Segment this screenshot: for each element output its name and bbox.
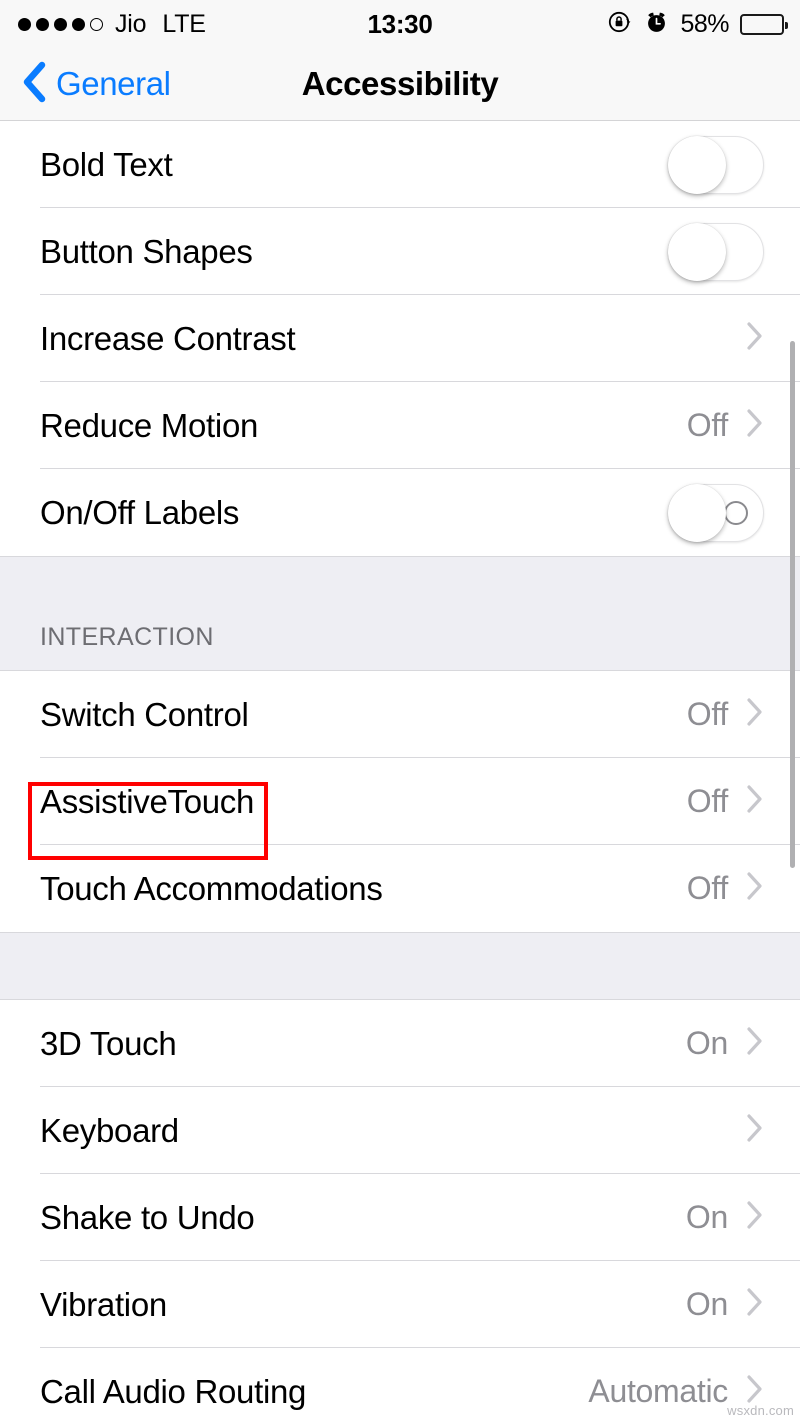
settings-row-label: Vibration — [40, 1285, 167, 1323]
settings-row-label: 3D Touch — [40, 1024, 177, 1062]
settings-row-value: Off — [686, 870, 729, 906]
signal-strength-dots — [18, 17, 103, 31]
status-bar-left: Jio LTE — [18, 10, 206, 39]
row-accessory: Off — [687, 783, 764, 820]
chevron-right-icon — [746, 1200, 764, 1235]
settings-row-call-audio-routing[interactable]: Call Audio Routing Automatic — [0, 1348, 800, 1422]
settings-row-value: Off — [686, 783, 729, 819]
settings-row-value: On — [685, 1025, 728, 1061]
back-button-general[interactable]: General — [0, 61, 171, 108]
settings-row-label: Switch Control — [40, 695, 249, 733]
row-accessory: Off — [687, 870, 764, 907]
status-bar: Jio LTE 13:30 58% — [0, 0, 800, 48]
signal-dot-filled — [18, 17, 31, 31]
settings-row-value: Automatic — [588, 1373, 728, 1409]
settings-row-value: On — [685, 1199, 728, 1235]
settings-row-on-off-labels[interactable]: On/Off Labels — [0, 469, 800, 556]
signal-dot-filled — [72, 17, 85, 31]
settings-row-touch-accommodations[interactable]: Touch Accommodations Off — [0, 845, 800, 932]
settings-row-increase-contrast[interactable]: Increase Contrast — [0, 295, 800, 382]
settings-row-label: Button Shapes — [40, 232, 253, 270]
toggle-knob — [668, 135, 726, 194]
alarm-clock-icon — [644, 9, 669, 40]
chevron-right-icon — [746, 1113, 764, 1148]
settings-row-3d-touch[interactable]: 3D Touch On — [0, 1000, 800, 1087]
signal-dot-filled — [36, 17, 49, 31]
chevron-left-icon — [22, 61, 47, 108]
iphone-screen: Jio LTE 13:30 58% General Accessibility … — [0, 0, 800, 1422]
bold-text-toggle[interactable] — [668, 135, 764, 194]
toggle-knob — [668, 222, 726, 281]
row-accessory: On — [686, 1199, 764, 1236]
navigation-bar: General Accessibility — [0, 48, 800, 121]
section-gap-spacer — [0, 932, 800, 1000]
settings-row-switch-control[interactable]: Switch Control Off — [0, 671, 800, 758]
settings-list[interactable]: Bold Text Button Shapes Increase Contras… — [0, 121, 800, 1422]
settings-row-label: Reduce Motion — [40, 406, 259, 444]
settings-row-label: Bold Text — [40, 145, 173, 183]
settings-group-interaction: Switch Control Off AssistiveTouch Off To… — [0, 671, 800, 932]
settings-row-bold-text[interactable]: Bold Text — [0, 121, 800, 208]
toggle-knob — [668, 483, 726, 542]
status-bar-right: 58% — [607, 0, 788, 48]
settings-row-label: Keyboard — [40, 1111, 179, 1149]
chevron-right-icon — [746, 408, 764, 443]
chevron-right-icon — [746, 871, 764, 906]
chevron-right-icon — [746, 784, 764, 819]
settings-row-label: On/Off Labels — [40, 493, 240, 531]
rotation-lock-icon — [607, 9, 633, 40]
watermark-label: wsxdn.com — [727, 1403, 794, 1418]
back-button-label: General — [56, 65, 171, 102]
row-accessory: Off — [687, 407, 764, 444]
settings-row-reduce-motion[interactable]: Reduce Motion Off — [0, 382, 800, 469]
section-header-label: INTERACTION — [40, 623, 214, 651]
chevron-right-icon — [746, 321, 764, 356]
button-shapes-toggle[interactable] — [668, 222, 764, 281]
vertical-scrollbar[interactable] — [790, 341, 795, 868]
row-accessory: Off — [687, 696, 764, 733]
battery-percentage-label: 58% — [680, 9, 729, 38]
settings-row-label: Touch Accommodations — [40, 869, 383, 907]
row-accessory: On — [686, 1025, 764, 1062]
on-off-labels-toggle[interactable] — [668, 483, 764, 542]
settings-group-vision: Bold Text Button Shapes Increase Contras… — [0, 121, 800, 556]
settings-row-label: AssistiveTouch — [40, 782, 255, 820]
section-header-interaction: INTERACTION — [0, 556, 800, 671]
row-accessory — [746, 1113, 764, 1148]
chevron-right-icon — [746, 697, 764, 732]
settings-row-value: On — [685, 1286, 728, 1322]
settings-row-value: Off — [686, 407, 729, 443]
network-type-label: LTE — [162, 9, 206, 38]
battery-icon — [740, 13, 788, 35]
chevron-right-icon — [746, 1026, 764, 1061]
carrier-name: Jio — [115, 9, 147, 38]
settings-row-label: Increase Contrast — [40, 319, 296, 357]
settings-row-label: Call Audio Routing — [40, 1372, 307, 1410]
signal-dot-empty — [90, 17, 103, 31]
settings-row-label: Shake to Undo — [40, 1198, 255, 1236]
settings-row-keyboard[interactable]: Keyboard — [0, 1087, 800, 1174]
settings-row-vibration[interactable]: Vibration On — [0, 1261, 800, 1348]
signal-dot-filled — [54, 17, 67, 31]
row-accessory: On — [686, 1286, 764, 1323]
settings-row-shake-to-undo[interactable]: Shake to Undo On — [0, 1174, 800, 1261]
settings-row-button-shapes[interactable]: Button Shapes — [0, 208, 800, 295]
chevron-right-icon — [746, 1287, 764, 1322]
settings-row-assistivetouch[interactable]: AssistiveTouch Off — [0, 758, 800, 845]
settings-row-value: Off — [686, 696, 729, 732]
toggle-off-label-icon — [724, 500, 748, 525]
settings-group-touch: 3D Touch On Keyboard Shake to Undo On Vi… — [0, 1000, 800, 1422]
row-accessory — [746, 321, 764, 356]
